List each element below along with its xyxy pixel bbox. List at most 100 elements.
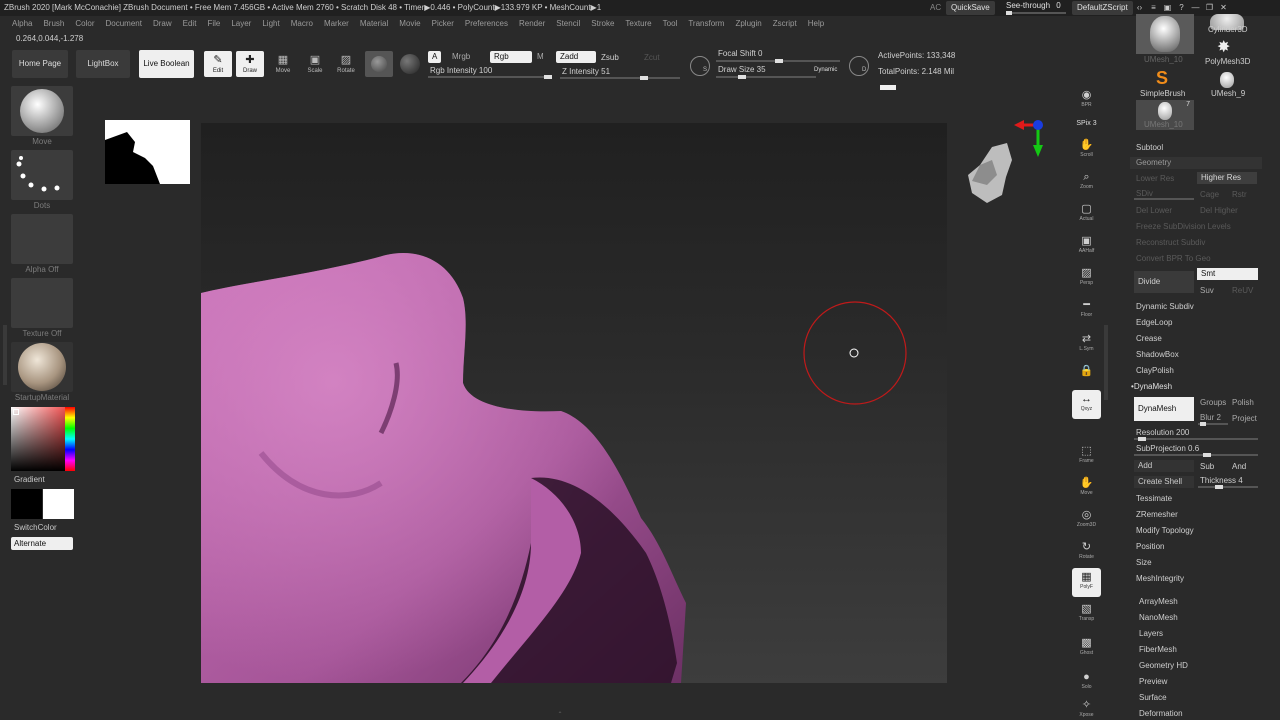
geom-position-button[interactable]: Position <box>1136 542 1164 551</box>
subpalette-surface[interactable]: Surface <box>1139 693 1167 702</box>
lightbox-button[interactable]: LightBox <box>76 50 130 78</box>
alternate-button[interactable]: Alternate <box>11 537 73 550</box>
subprojection-track[interactable] <box>1134 454 1258 456</box>
orientation-gizmo[interactable] <box>962 115 1052 210</box>
menu-file[interactable]: File <box>207 16 220 32</box>
thickness-knob[interactable] <box>1215 485 1223 489</box>
subpalette-preview[interactable]: Preview <box>1139 677 1167 686</box>
switch-color-button[interactable]: SwitchColor <box>14 523 57 532</box>
menu-zplugin[interactable]: Zplugin <box>735 16 761 32</box>
xpose-button[interactable]: ✧ Xpose <box>1072 696 1101 720</box>
menu-marker[interactable]: Marker <box>324 16 349 32</box>
reuv-toggle[interactable]: ReUV <box>1232 286 1253 295</box>
hue-strip[interactable] <box>65 407 75 471</box>
menu-macro[interactable]: Macro <box>291 16 313 32</box>
menu-movie[interactable]: Movie <box>399 16 420 32</box>
rgb-intensity-knob[interactable] <box>544 75 552 79</box>
draw-button[interactable]: ✚ Draw <box>236 51 264 77</box>
secondary-color-swatch[interactable] <box>43 489 74 519</box>
default-zscript-button[interactable]: DefaultZScript <box>1072 1 1133 15</box>
aahalf-button[interactable]: ▣ AAHalf <box>1072 232 1101 261</box>
canvas-viewport[interactable] <box>201 123 947 683</box>
z-intensity-knob[interactable] <box>640 76 648 80</box>
sdiv-track[interactable] <box>1134 198 1194 200</box>
subpalette-layers[interactable]: Layers <box>1139 629 1163 638</box>
quicksave-button[interactable]: QuickSave <box>946 1 995 15</box>
menu-brush[interactable]: Brush <box>43 16 64 32</box>
resolution-track[interactable] <box>1134 438 1258 440</box>
tool-thumb-umesh10[interactable] <box>1136 14 1194 54</box>
solo-button[interactable]: ● Solo <box>1072 668 1101 697</box>
bpr-button[interactable]: ◉ BPR <box>1072 86 1101 115</box>
xyz-button[interactable]: ↔ Qxyz <box>1072 390 1101 419</box>
zoom-button[interactable]: ⌕ Zoom <box>1072 168 1101 197</box>
floor-button[interactable]: ━ Floor <box>1072 296 1101 325</box>
left-tray-scrollbar[interactable] <box>3 325 7 385</box>
smt-toggle[interactable]: Smt <box>1197 268 1258 280</box>
persp-button[interactable]: ▨ Persp <box>1072 264 1101 293</box>
ghost-button[interactable]: ▩ Ghost <box>1072 634 1101 663</box>
menu-zscript[interactable]: Zscript <box>773 16 797 32</box>
scale-button[interactable]: ▣ Scale <box>301 51 329 77</box>
menu-preferences[interactable]: Preferences <box>465 16 508 32</box>
actual-button[interactable]: ▢ Actual <box>1072 200 1101 229</box>
project-toggle[interactable]: Project <box>1232 414 1257 423</box>
geom-modify-topology-button[interactable]: Modify Topology <box>1136 526 1194 535</box>
menu-color[interactable]: Color <box>75 16 94 32</box>
geom-shadowbox-button[interactable]: ShadowBox <box>1136 350 1179 359</box>
polyf-button[interactable]: ▦ PolyF <box>1072 568 1101 597</box>
umesh9-thumb-icon[interactable] <box>1220 72 1234 88</box>
rgb-toggle[interactable]: Rgb <box>490 51 532 63</box>
add-button[interactable]: Add <box>1134 460 1194 472</box>
draw-size-slider[interactable] <box>716 76 816 78</box>
dynamesh-subpalette-header[interactable]: •DynaMesh <box>1131 382 1172 391</box>
create-shell-button[interactable]: Create Shell <box>1134 476 1194 488</box>
dynamesh-button[interactable]: DynaMesh <box>1134 397 1194 421</box>
mrgb-toggle[interactable]: Mrgb <box>452 51 470 63</box>
navigator-thumbnail[interactable] <box>105 120 190 184</box>
focal-shift-label[interactable]: Focal Shift 0 <box>718 48 762 60</box>
home-page-button[interactable]: Home Page <box>12 50 68 78</box>
rstr-button[interactable]: Rstr <box>1232 190 1247 199</box>
geom-zremesher-button[interactable]: ZRemesher <box>1136 510 1178 519</box>
resolution-knob[interactable] <box>1138 437 1146 441</box>
sub-button[interactable]: Sub <box>1200 462 1214 471</box>
spix-button[interactable]: SPix 3 <box>1072 118 1101 132</box>
blur-slider[interactable]: Blur 2 <box>1200 413 1221 422</box>
zoom3d-button[interactable]: ◎ Zoom3D <box>1072 506 1101 535</box>
zcut-toggle[interactable]: Zcut <box>644 52 660 64</box>
geom-crease-button[interactable]: Crease <box>1136 334 1162 343</box>
resolution-slider[interactable]: Resolution 200 <box>1136 428 1189 437</box>
subpalette-deformation[interactable]: Deformation <box>1139 709 1183 718</box>
freeze-subdiv-button[interactable]: Freeze SubDivision Levels <box>1136 222 1231 231</box>
move-button[interactable]: ▦ Move <box>269 51 297 77</box>
material-swatch-button[interactable] <box>365 51 393 77</box>
gradient-label[interactable]: Gradient <box>14 475 45 484</box>
subpalette-nanomesh[interactable]: NanoMesh <box>1139 613 1178 622</box>
bottom-shelf-handle[interactable]: ⌃ <box>530 712 590 718</box>
geom-edgeloop-button[interactable]: EdgeLoop <box>1136 318 1172 327</box>
main-color-swatch[interactable] <box>11 489 42 519</box>
menu-edit[interactable]: Edit <box>183 16 197 32</box>
brush-slot[interactable] <box>11 86 73 136</box>
reconstruct-subdiv-button[interactable]: Reconstruct Subdiv <box>1136 238 1205 247</box>
see-through-slider[interactable]: See-through 0 <box>1006 1 1066 15</box>
geom-dynamic-subdiv-button[interactable]: Dynamic Subdiv <box>1136 302 1194 311</box>
sdiv-slider[interactable]: SDiv <box>1136 189 1153 198</box>
menu-help[interactable]: Help <box>808 16 824 32</box>
divide-button[interactable]: Divide <box>1134 271 1194 293</box>
geom-claypolish-button[interactable]: ClayPolish <box>1136 366 1174 375</box>
menu-document[interactable]: Document <box>106 16 142 32</box>
draw-size-knob[interactable] <box>738 75 746 79</box>
rotate-button[interactable]: ↻ Rotate <box>1072 538 1101 567</box>
subpalette-geometry-hd[interactable]: Geometry HD <box>1139 661 1188 670</box>
menu-light[interactable]: Light <box>262 16 279 32</box>
geom-meshintegrity-button[interactable]: MeshIntegrity <box>1136 574 1184 583</box>
suv-toggle[interactable]: Suv <box>1200 286 1214 295</box>
polymesh-star-icon[interactable]: ✸ <box>1217 37 1230 57</box>
and-button[interactable]: And <box>1232 462 1246 471</box>
geometry-header[interactable]: Geometry <box>1130 157 1262 169</box>
dynamic-toggle[interactable]: Dynamic <box>814 64 837 76</box>
focal-shift-knob[interactable] <box>775 59 783 63</box>
zadd-toggle[interactable]: Zadd <box>556 51 596 63</box>
